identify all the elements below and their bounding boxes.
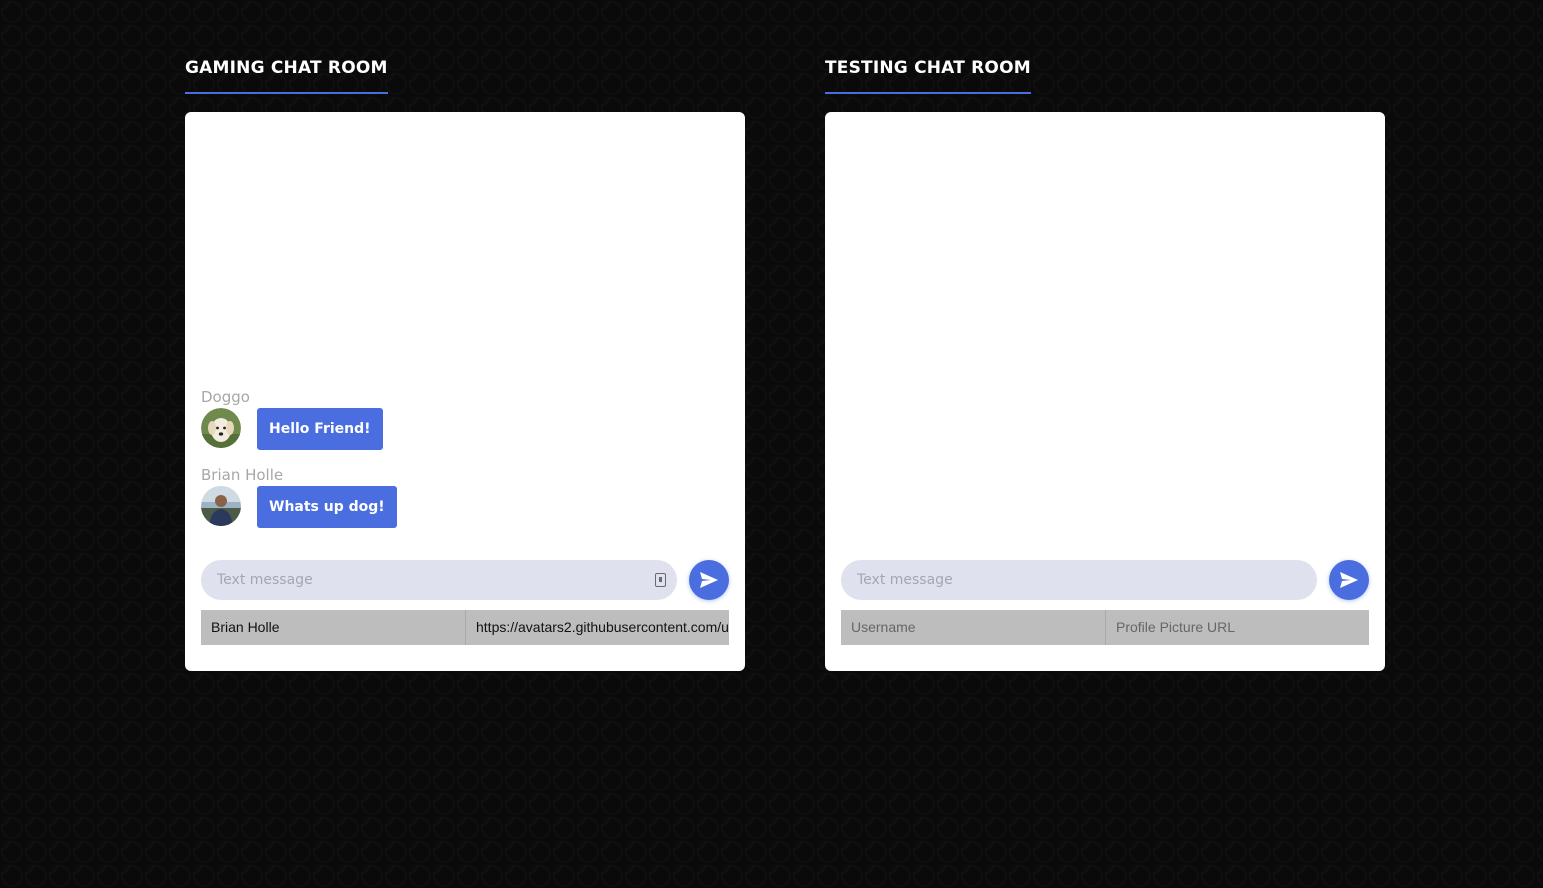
chat-panel: Text message Username Profile Picture UR… (825, 112, 1385, 671)
message-username: Doggo (201, 388, 250, 406)
send-button[interactable] (689, 560, 729, 600)
message-input-placeholder: Text message (217, 572, 313, 588)
chat-panel: Doggo Hello Friend! Brian Holle Whats up… (185, 112, 745, 671)
send-icon (1340, 572, 1358, 588)
message-item: Brian Holle Whats up dog! (201, 466, 501, 544)
username-field[interactable]: Username (841, 610, 1105, 645)
send-icon (700, 572, 718, 588)
message-username: Brian Holle (201, 466, 284, 484)
message-input-placeholder: Text message (857, 572, 953, 588)
message-list: Doggo Hello Friend! Brian Holle Whats up… (201, 388, 501, 544)
person-avatar (201, 486, 241, 526)
profile-url-field[interactable]: Profile Picture URL (1105, 610, 1369, 645)
room-title: TESTING CHAT ROOM (825, 58, 1031, 94)
message-item: Doggo Hello Friend! (201, 388, 501, 466)
profile-url-field[interactable]: https://avatars2.githubusercontent.com/u… (465, 610, 729, 645)
dog-avatar (201, 408, 241, 448)
contact-icon[interactable] (655, 573, 666, 587)
send-button[interactable] (1329, 560, 1369, 600)
user-settings: Brian Holle https://avatars2.githubuserc… (201, 610, 729, 645)
message-input[interactable]: Text message (841, 560, 1317, 600)
room-title: GAMING CHAT ROOM (185, 58, 388, 94)
user-settings: Username Profile Picture URL (841, 610, 1369, 645)
username-field[interactable]: Brian Holle (201, 610, 465, 645)
message-input[interactable]: Text message (201, 560, 677, 600)
message-bubble: Hello Friend! (257, 408, 383, 450)
message-bubble: Whats up dog! (257, 486, 397, 528)
